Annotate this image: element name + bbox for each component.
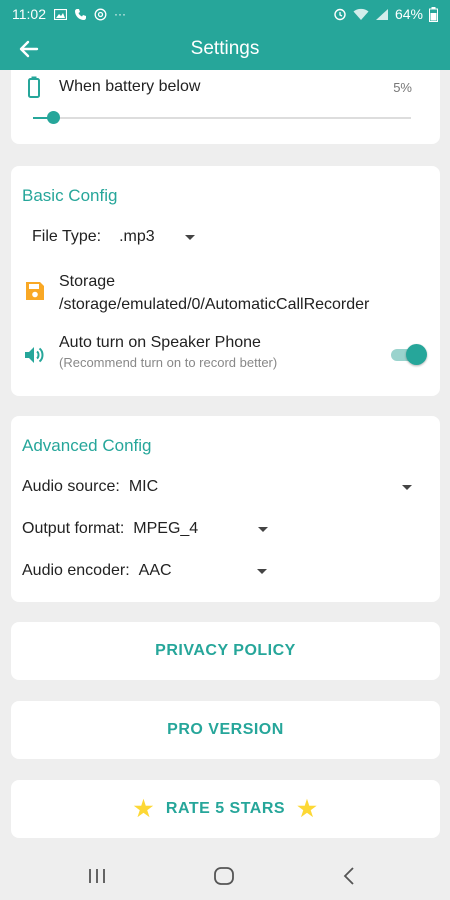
chevron-down-icon bbox=[402, 484, 412, 490]
app-bar: Settings bbox=[0, 28, 450, 70]
battery-percent: 64% bbox=[394, 6, 423, 22]
file-type-dropdown[interactable]: .mp3 bbox=[119, 228, 195, 246]
basic-config-title: Basic Config bbox=[22, 186, 118, 205]
battery-threshold-slider[interactable] bbox=[33, 106, 411, 128]
signal-icon bbox=[375, 8, 388, 20]
speaker-label: Auto turn on Speaker Phone bbox=[59, 334, 261, 351]
output-format-dropdown[interactable]: Output format: MPEG_4 bbox=[22, 520, 269, 538]
toggle-thumb bbox=[406, 344, 427, 365]
gallery-icon bbox=[54, 8, 67, 20]
pro-version-button[interactable]: PRO VERSION bbox=[11, 701, 440, 759]
speaker-setting: Auto turn on Speaker Phone (Recommend tu… bbox=[59, 334, 277, 370]
file-type-label: File Type: bbox=[32, 228, 102, 245]
back-button[interactable] bbox=[0, 28, 58, 70]
chevron-down-icon bbox=[184, 234, 195, 240]
battery-icon bbox=[28, 76, 40, 98]
at-sign-icon bbox=[94, 8, 107, 20]
slider-track bbox=[33, 117, 411, 119]
storage-setting[interactable]: Storage /storage/emulated/0/AutomaticCal… bbox=[59, 270, 369, 316]
more-notifications-icon: ··· bbox=[114, 7, 126, 21]
speaker-icon bbox=[25, 347, 44, 363]
back-nav-icon[interactable] bbox=[343, 867, 355, 885]
status-bar: 11:02 ··· 64% bbox=[0, 0, 450, 28]
file-type-value: .mp3 bbox=[119, 228, 155, 245]
status-time: 11:02 bbox=[12, 6, 46, 22]
privacy-policy-button[interactable]: PRIVACY POLICY bbox=[11, 622, 440, 680]
audio-source-label: Audio source: bbox=[22, 478, 120, 495]
storage-label: Storage bbox=[59, 273, 116, 290]
audio-source-value: MIC bbox=[128, 478, 159, 495]
speaker-toggle[interactable] bbox=[391, 344, 427, 365]
rate-stars-label: RATE 5 STARS bbox=[165, 800, 286, 817]
page-title: Settings bbox=[190, 38, 260, 59]
chevron-down-icon bbox=[258, 526, 269, 532]
chevron-down-icon bbox=[256, 568, 267, 574]
battery-status-icon bbox=[429, 6, 438, 22]
speaker-hint: (Recommend turn on to record better) bbox=[59, 355, 278, 370]
pro-version-label: PRO VERSION bbox=[167, 721, 284, 738]
output-format-label: Output format: bbox=[22, 520, 125, 537]
rate-stars-button[interactable]: ★ RATE 5 STARS ★ bbox=[11, 780, 440, 838]
audio-encoder-label: Audio encoder: bbox=[22, 562, 130, 579]
wifi-icon bbox=[353, 8, 369, 20]
storage-path: /storage/emulated/0/AutomaticCallRecorde… bbox=[59, 296, 370, 313]
star-icon: ★ bbox=[133, 796, 154, 821]
battery-threshold-label: When battery below bbox=[59, 78, 201, 95]
advanced-config-card: Advanced Config Audio source: MIC Output… bbox=[11, 416, 440, 602]
home-icon[interactable] bbox=[214, 867, 234, 885]
basic-config-card: Basic Config File Type: .mp3 Storage /st… bbox=[11, 166, 440, 396]
battery-threshold-value: 5% bbox=[393, 80, 412, 95]
advanced-config-title: Advanced Config bbox=[22, 436, 152, 455]
privacy-policy-label: PRIVACY POLICY bbox=[155, 642, 296, 659]
save-icon bbox=[26, 282, 44, 300]
call-icon bbox=[75, 8, 86, 20]
audio-source-dropdown[interactable]: Audio source: MIC bbox=[22, 478, 412, 496]
navigation-bar bbox=[0, 852, 450, 900]
star-icon: ★ bbox=[297, 796, 318, 821]
alarm-icon bbox=[334, 8, 346, 21]
audio-encoder-dropdown[interactable]: Audio encoder: AAC bbox=[22, 562, 267, 580]
output-format-value: MPEG_4 bbox=[133, 520, 199, 537]
slider-thumb[interactable] bbox=[47, 111, 60, 124]
battery-card: When battery below 5% bbox=[11, 70, 440, 144]
audio-encoder-value: AAC bbox=[138, 562, 172, 579]
arrow-back-icon bbox=[19, 40, 39, 58]
recent-apps-icon[interactable] bbox=[88, 868, 106, 884]
file-type-row: File Type: .mp3 bbox=[32, 228, 195, 246]
